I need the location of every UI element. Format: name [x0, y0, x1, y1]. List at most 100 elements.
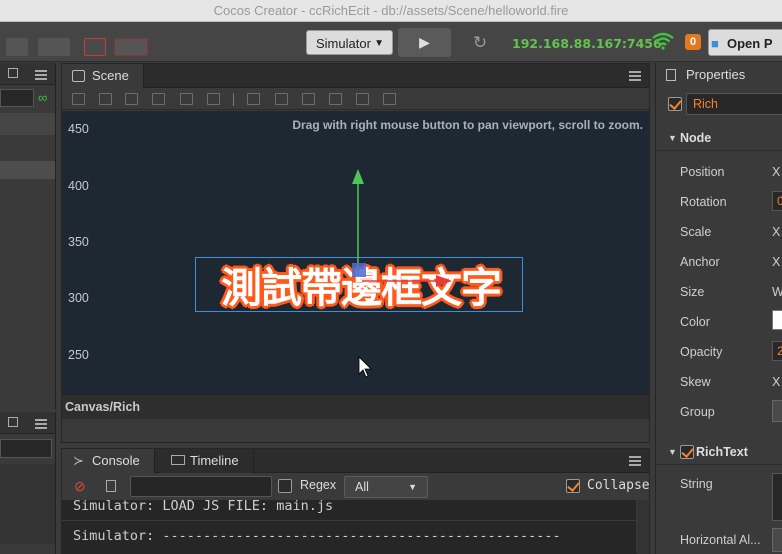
- scale-x-field[interactable]: X: [772, 225, 780, 239]
- open-project-label: Open P: [727, 36, 773, 51]
- y-axis-label: 250: [68, 348, 89, 362]
- align-hcenter-icon[interactable]: [180, 93, 193, 105]
- log-level-select[interactable]: All ▼: [344, 476, 428, 498]
- viewport-hint: Drag with right mouse button to pan view…: [292, 118, 643, 132]
- y-axis-label: 300: [68, 291, 89, 305]
- play-button[interactable]: ▶: [398, 28, 451, 57]
- prop-label: String: [680, 477, 713, 491]
- window-title: Cocos Creator - ccRichEcit - db://assets…: [0, 0, 782, 22]
- panel-menu-icon[interactable]: [35, 68, 47, 82]
- align-vcenter-icon[interactable]: [99, 93, 112, 105]
- console-search-input[interactable]: [130, 476, 272, 497]
- separator: [233, 93, 234, 106]
- scene-viewport[interactable]: Drag with right mouse button to pan view…: [62, 111, 649, 419]
- prop-label: Skew: [680, 375, 711, 389]
- tool-scale-icon[interactable]: [84, 38, 106, 56]
- panel-menu-icon[interactable]: [629, 454, 641, 468]
- prop-label: Rotation: [680, 195, 727, 209]
- opacity-input[interactable]: 2: [772, 341, 782, 361]
- richtext-enabled-checkbox[interactable]: [680, 445, 694, 459]
- wifi-icon: [652, 32, 674, 50]
- position-x-field[interactable]: X: [772, 165, 780, 179]
- prop-label: Group: [680, 405, 715, 419]
- distribute-right-icon[interactable]: [383, 93, 396, 105]
- timeline-icon: [171, 455, 185, 465]
- distribute-left-icon[interactable]: [329, 93, 342, 105]
- panel-menu-icon[interactable]: [35, 417, 47, 431]
- size-w-field[interactable]: W: [772, 285, 782, 299]
- rotation-value: 0: [777, 194, 782, 208]
- scene-tab-icon: [72, 70, 85, 82]
- string-textarea[interactable]: [772, 473, 782, 521]
- collapse-label: Collapse: [587, 478, 650, 493]
- richtext-section-header[interactable]: ▼ RichText: [656, 439, 782, 465]
- node-section-label: Node: [680, 131, 712, 145]
- console-scrollbar[interactable]: [637, 500, 649, 554]
- tool-move-icon[interactable]: [6, 38, 28, 56]
- tool-rect-icon[interactable]: [114, 38, 148, 56]
- open-log-file-icon[interactable]: [106, 480, 116, 492]
- console-toolbar: ⊘ Regex All ▼ Collapse: [62, 474, 650, 500]
- rich-text-node[interactable]: 測試帶邊框文字: [198, 254, 524, 314]
- anchor-x-field[interactable]: X: [772, 255, 780, 269]
- node-active-checkbox[interactable]: [668, 97, 682, 111]
- distribute-vcenter-icon[interactable]: [275, 93, 288, 105]
- tab-console[interactable]: ≻ Console: [62, 449, 155, 473]
- assets-search-input[interactable]: [0, 439, 52, 458]
- popout-icon[interactable]: [8, 68, 18, 78]
- console-log: Simulator: LOAD JS FILE: main.js Simulat…: [62, 500, 636, 554]
- distribute-top-icon[interactable]: [247, 93, 260, 105]
- tool-rotate-icon[interactable]: [38, 38, 70, 56]
- hierarchy-row-selected[interactable]: [0, 161, 55, 179]
- group-select[interactable]: [772, 400, 782, 422]
- y-axis-label: 400: [68, 179, 89, 193]
- tab-timeline[interactable]: Timeline: [160, 449, 254, 473]
- gizmo-y-arrow-icon: [352, 169, 364, 184]
- notification-badge[interactable]: 0: [685, 34, 701, 50]
- open-project-button[interactable]: ■ Open P: [708, 29, 782, 56]
- align-bottom-icon[interactable]: [125, 93, 138, 105]
- properties-tab-icon: [666, 69, 676, 81]
- tab-scene[interactable]: Scene: [62, 64, 144, 88]
- prop-label: Scale: [680, 225, 712, 239]
- assets-panel: [0, 412, 56, 554]
- link-icon[interactable]: ∞: [38, 90, 47, 105]
- simulator-label: Simulator: [316, 36, 371, 51]
- collapse-checkbox[interactable]: [566, 479, 580, 493]
- preview-ip-address[interactable]: 192.168.88.167:7456: [512, 36, 662, 51]
- scene-node-path: Canvas/Rich: [62, 394, 649, 419]
- color-swatch[interactable]: [772, 310, 782, 330]
- properties-panel: Properties Rich ▼ Node Position X Rotati…: [655, 63, 782, 554]
- node-name-input[interactable]: Rich: [686, 93, 782, 115]
- refresh-icon: ↻: [472, 33, 488, 52]
- refresh-button[interactable]: ↻: [462, 28, 498, 57]
- log-separator: [62, 520, 636, 521]
- prop-label: Horizontal Al...: [680, 533, 761, 547]
- node-name-value: Rich: [693, 97, 719, 111]
- node-section-header[interactable]: ▼ Node: [656, 125, 782, 151]
- popout-icon[interactable]: [8, 417, 18, 427]
- distribute-bottom-icon[interactable]: [302, 93, 315, 105]
- distribute-hcenter-icon[interactable]: [356, 93, 369, 105]
- richtext-section-label: RichText: [696, 445, 748, 459]
- clear-console-icon[interactable]: ⊘: [74, 478, 86, 495]
- align-top-icon[interactable]: [72, 93, 85, 105]
- opacity-value: 2: [777, 344, 782, 358]
- tab-properties[interactable]: Properties: [656, 63, 782, 87]
- chevron-down-icon: ▼: [408, 482, 417, 492]
- regex-label: Regex: [300, 478, 337, 492]
- align-right-icon[interactable]: [207, 93, 220, 105]
- hierarchy-search-input[interactable]: [0, 89, 34, 107]
- prop-label: Size: [680, 285, 705, 299]
- simulator-dropdown[interactable]: Simulator ▼: [306, 30, 393, 55]
- console-icon: ≻: [73, 453, 84, 468]
- assets-panel-header: [0, 412, 55, 434]
- rotation-input[interactable]: 0: [772, 191, 782, 211]
- hierarchy-row[interactable]: [0, 113, 55, 135]
- prop-label: Opacity: [680, 345, 723, 359]
- regex-checkbox[interactable]: [278, 479, 292, 493]
- horizontal-align-buttons[interactable]: [772, 528, 782, 552]
- skew-x-field[interactable]: X: [772, 375, 780, 389]
- align-left-icon[interactable]: [152, 93, 165, 105]
- panel-menu-icon[interactable]: [629, 69, 641, 83]
